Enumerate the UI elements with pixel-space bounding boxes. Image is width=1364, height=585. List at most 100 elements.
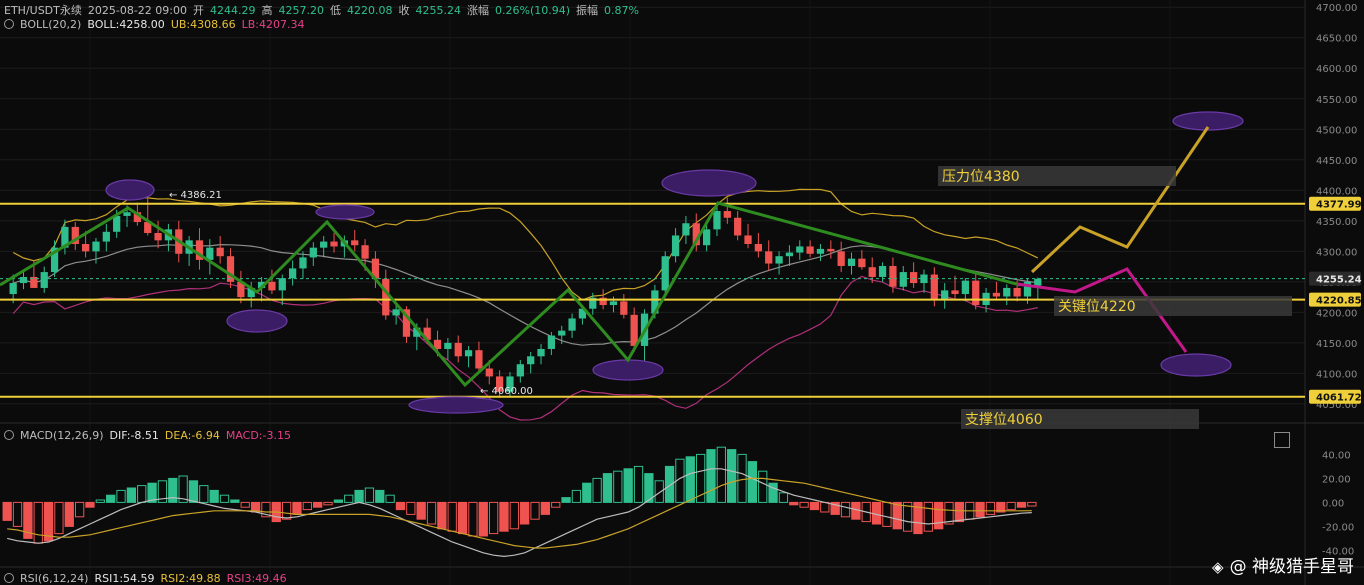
macd-bar <box>209 489 219 503</box>
price-tag-label: 4377.99 <box>1316 200 1362 211</box>
macd-bar <box>820 501 830 513</box>
macd-bar <box>437 501 447 530</box>
high-value: 4257.20 <box>278 4 325 17</box>
macd-panel <box>2 446 1037 558</box>
low-label: 低 <box>330 4 341 17</box>
candle-body <box>775 256 783 264</box>
candle-body <box>713 211 721 230</box>
candle-body <box>309 247 317 258</box>
expand-icon[interactable] <box>1274 432 1290 448</box>
candle-body <box>837 251 845 266</box>
trading-chart: ← 4386.21← 4060.00压力位4380关键位4220支撑位4060 … <box>0 0 1364 585</box>
macd-bar <box>354 489 364 503</box>
candle-body <box>82 244 90 252</box>
macd-bar <box>95 499 105 503</box>
candle-body <box>682 223 690 236</box>
macd-bar <box>664 465 675 503</box>
candle-body <box>961 280 969 295</box>
open-value: 4244.29 <box>210 4 256 17</box>
low-mark-label: ← 4060.00 <box>480 386 533 397</box>
candle-body <box>454 342 462 357</box>
candle-body <box>723 211 731 218</box>
indicator-settings-icon[interactable] <box>4 430 14 440</box>
candle-body <box>806 246 814 254</box>
candle-body <box>216 247 224 257</box>
macd-bar <box>106 494 116 503</box>
macd-bar <box>416 501 426 520</box>
rsi-legend[interactable]: RSI(6,12,24) RSI1:54.59 RSI2:49.88 RSI3:49.… <box>4 572 293 585</box>
candle-body <box>899 272 907 287</box>
candle-body <box>1013 287 1021 297</box>
macd-bar <box>364 487 375 503</box>
candle-body <box>527 356 535 365</box>
candle-body <box>972 280 980 306</box>
macd-bar <box>74 501 85 518</box>
candle-body <box>278 278 286 291</box>
macd-dif: DIF:-8.51 <box>109 429 159 442</box>
macd-bar <box>809 501 820 511</box>
highlight-ellipse <box>592 359 664 381</box>
logo-icon: ◈ <box>1212 558 1224 576</box>
candle-body <box>951 290 959 295</box>
candle-body <box>123 212 131 216</box>
candle-body <box>827 248 835 252</box>
macd-bar <box>168 477 178 503</box>
macd-bar <box>540 501 551 515</box>
macd-bar <box>499 501 509 532</box>
macd-bar <box>344 494 354 503</box>
macd-tick-label: 20.00 <box>1322 474 1351 485</box>
macd-bar <box>592 477 602 503</box>
price-tag-label: 4220.85 <box>1316 296 1362 307</box>
price-tick-label: 4200.00 <box>1316 308 1357 319</box>
macd-bar <box>551 501 561 508</box>
macd-bar <box>457 501 468 535</box>
candle-body <box>703 229 711 246</box>
candle-body <box>1034 278 1042 286</box>
highlight-ellipse <box>1160 353 1232 377</box>
low-value: 4220.08 <box>347 4 393 17</box>
indicator-settings-icon[interactable] <box>4 573 14 583</box>
candle-body <box>661 256 669 291</box>
candle-body <box>630 314 638 346</box>
candle-body <box>910 272 918 284</box>
annotation-label: 支撑位4060 <box>965 412 1043 428</box>
macd-bar <box>582 482 592 503</box>
macd-bar <box>520 501 530 525</box>
macd-dea: DEA:-6.94 <box>164 429 220 442</box>
candle-body <box>464 350 473 357</box>
candle-body <box>392 309 400 316</box>
annotation-label: 关键位4220 <box>1058 299 1136 315</box>
rsi3: RSI3:49.46 <box>226 572 287 585</box>
boll-label: BOLL(20,2) <box>20 18 82 31</box>
candle-body <box>289 268 297 279</box>
macd-bar <box>426 501 437 525</box>
macd-bar <box>447 501 457 532</box>
macd-bar <box>954 501 965 523</box>
highlight-ellipse <box>408 396 504 414</box>
highlight-ellipse <box>661 169 757 197</box>
rsi2: RSI2:49.88 <box>160 572 221 585</box>
price-tick-label: 4150.00 <box>1316 339 1357 350</box>
macd-bar <box>840 501 851 518</box>
macd-bar <box>488 501 499 535</box>
candle-body <box>361 245 369 259</box>
macd-bar <box>54 501 64 535</box>
candle-body <box>1003 287 1011 297</box>
candle-body <box>941 290 949 299</box>
price-tick-label: 4100.00 <box>1316 369 1357 380</box>
macd-bar <box>219 494 230 503</box>
macd-bar <box>623 468 633 503</box>
boll-legend[interactable]: BOLL(20,2) BOLL:4258.00 UB:4308.66 LB:4207.… <box>4 18 310 31</box>
indicator-settings-icon[interactable] <box>4 19 14 29</box>
symbol-label[interactable]: ETH/USDT永续 <box>4 4 82 17</box>
macd-bar <box>727 449 737 503</box>
macd-legend[interactable]: MACD(12,26,9) DIF:-8.51 DEA:-6.94 MACD:-3.1… <box>4 429 297 442</box>
candle-body <box>268 281 276 291</box>
candle-body <box>858 258 866 268</box>
macd-bar <box>406 501 416 515</box>
price-tick-label: 4450.00 <box>1316 156 1357 167</box>
high-label: 高 <box>261 4 273 17</box>
macd-bar <box>633 465 644 503</box>
price-tick-label: 4500.00 <box>1316 125 1357 136</box>
macd-bar <box>934 501 944 530</box>
